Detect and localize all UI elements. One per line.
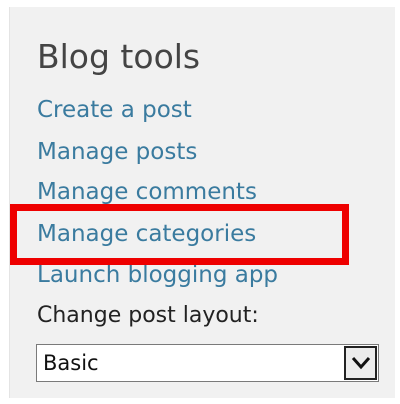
post-layout-select[interactable]: Basic [36,344,379,382]
launch-blogging-app-link[interactable]: Launch blogging app [37,260,278,290]
manage-comments-link[interactable]: Manage comments [37,177,257,207]
blog-tools-panel: Blog tools Create a post Manage posts Ma… [9,7,395,398]
chevron-down-icon [351,357,370,370]
manage-categories-link[interactable]: Manage categories [37,219,256,249]
create-post-link[interactable]: Create a post [37,95,192,125]
panel-title: Blog tools [37,37,201,76]
dropdown-button[interactable] [344,346,377,380]
manage-posts-link[interactable]: Manage posts [37,137,197,167]
post-layout-label: Change post layout: [37,303,259,328]
post-layout-selected-value: Basic [43,351,99,375]
